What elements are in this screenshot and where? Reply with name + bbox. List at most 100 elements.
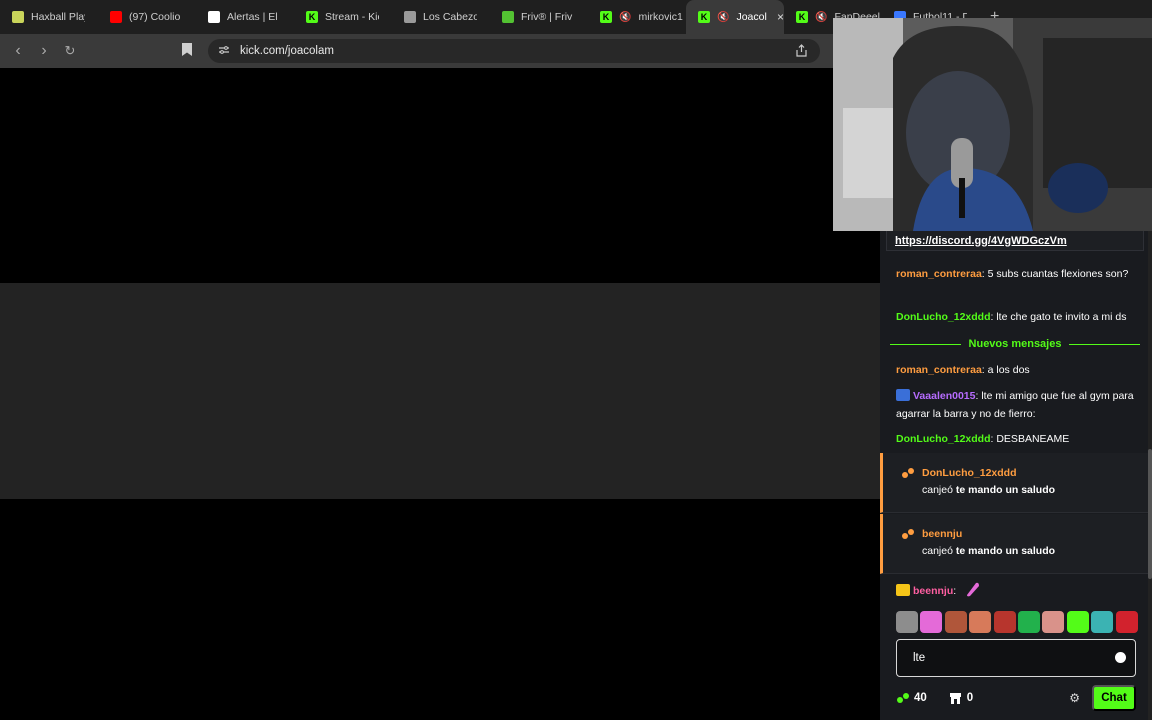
- chat-text: : lte che gato te invito a mi ds: [990, 311, 1127, 323]
- browser-tab[interactable]: Alertas | El me: [196, 0, 294, 34]
- kick-icon: K: [796, 11, 808, 23]
- channel-points-icon: [902, 468, 914, 478]
- chat-message: DonLucho_12xddd: lte che gato te invito …: [896, 309, 1142, 327]
- browser-tab-label: Los Cabezones: [423, 11, 477, 23]
- channel-points-icon: [902, 529, 914, 539]
- store[interactable]: 0: [949, 692, 973, 704]
- kick-icon: K: [600, 11, 612, 23]
- youtube-icon: [110, 11, 122, 23]
- muted-tab-icon[interactable]: 🔇: [717, 12, 729, 23]
- chat-scrollbar[interactable]: [1148, 231, 1152, 720]
- reload-icon[interactable]: ↻: [58, 43, 82, 59]
- bookmark-icon[interactable]: [182, 43, 192, 59]
- chat-input-value: lte: [913, 652, 926, 664]
- back-icon[interactable]: ‹: [6, 42, 30, 60]
- head-icon: [404, 11, 416, 23]
- chat-text: :: [953, 585, 957, 597]
- url-text: kick.com/joacolam: [240, 45, 334, 57]
- browser-tab-label: (97) Coolio - G: [129, 11, 183, 23]
- browser-tab[interactable]: K 🔇 mirkovic1: [588, 0, 686, 34]
- chat-message: roman_contreraa: 5 subs cuantas flexione…: [896, 266, 1142, 284]
- fire-emote-icon[interactable]: [993, 611, 1016, 633]
- redeemer-name[interactable]: beennju: [922, 528, 962, 540]
- video-player-top[interactable]: [0, 68, 880, 283]
- pinned-message[interactable]: https://discord.gg/4VgWDGczVm: [886, 231, 1144, 251]
- chat-input[interactable]: lte: [896, 639, 1136, 677]
- browser-tab[interactable]: (97) Coolio - G: [98, 0, 196, 34]
- store-count: 0: [966, 692, 974, 704]
- browser-tab-label: Alertas | El me: [227, 11, 281, 23]
- video-player-bottom[interactable]: [0, 499, 880, 720]
- chat-username[interactable]: roman_contreraa: [896, 364, 982, 376]
- globe-emote-icon[interactable]: [1091, 611, 1114, 633]
- address-bar[interactable]: kick.com/joacolam: [208, 39, 820, 63]
- chat-message: beennju:: [896, 580, 1142, 601]
- kick-icon: K: [698, 11, 710, 23]
- emote-bar: [896, 611, 1140, 633]
- chat-settings-icon[interactable]: ⚙: [1069, 691, 1080, 705]
- video-frame[interactable]: [0, 283, 880, 499]
- reward-redemption: beennju canjeó te mando un saludo: [880, 514, 1148, 574]
- close-tab-icon[interactable]: ×: [777, 10, 784, 24]
- bars-emote-icon[interactable]: [1066, 611, 1089, 633]
- chat-text: : a los dos: [981, 364, 1030, 376]
- red-emote-icon[interactable]: [1115, 611, 1138, 633]
- emote-icon: [967, 582, 980, 597]
- browser-tab[interactable]: K 🔇 Joacol ×: [686, 0, 784, 34]
- browser-tab[interactable]: K Stream - Kick: [294, 0, 392, 34]
- browser-tab-label: Joacol: [736, 11, 767, 23]
- pig-emote-icon[interactable]: [1042, 611, 1065, 633]
- chat-username[interactable]: DonLucho_12xddd: [896, 433, 991, 445]
- browser-tab-label: Friv® | Friv Cl: [521, 11, 575, 23]
- pink-emote-icon[interactable]: [920, 611, 943, 633]
- chat-panel: https://discord.gg/4VgWDGczVm roman_cont…: [880, 231, 1152, 720]
- diamond-icon: [208, 11, 220, 23]
- chat-footer: 40 0 ⚙ Chat: [896, 685, 1136, 711]
- muted-tab-icon[interactable]: 🔇: [815, 12, 827, 23]
- face-emote-icon[interactable]: [944, 611, 967, 633]
- chat-username[interactable]: roman_contreraa: [896, 268, 982, 280]
- channel-points[interactable]: 40: [896, 691, 927, 705]
- moderator-badge-icon: [896, 389, 910, 401]
- new-messages-label[interactable]: Nuevos mensajes: [969, 338, 1062, 350]
- chat-message: roman_contreraa: a los dos: [896, 362, 1142, 380]
- chat-username[interactable]: DonLucho_12xddd: [896, 311, 991, 323]
- chat-message: Vaaalen0015: lte mi amigo que fue al gym…: [896, 388, 1142, 423]
- emoji-picker-icon[interactable]: [1115, 652, 1126, 663]
- chat-text: : 5 subs cuantas flexiones son?: [981, 268, 1129, 280]
- browser-tab[interactable]: Friv® | Friv Cl: [490, 0, 588, 34]
- chat-username[interactable]: beennju: [913, 585, 953, 597]
- site-settings-icon[interactable]: [218, 45, 230, 58]
- browser-tab-label: Haxball Play: [31, 11, 85, 23]
- send-chat-button[interactable]: Chat: [1092, 685, 1136, 711]
- points-icon: [897, 693, 909, 703]
- chat-text: : DESBANEAME: [990, 433, 1070, 445]
- browser-tab[interactable]: Los Cabezones: [392, 0, 490, 34]
- kick-icon: K: [306, 11, 318, 23]
- redeemer-name[interactable]: DonLucho_12xddd: [922, 467, 1017, 479]
- green-emote-icon[interactable]: [1017, 611, 1040, 633]
- forward-icon[interactable]: ›: [32, 42, 56, 60]
- browser-tab[interactable]: Haxball Play: [0, 0, 98, 34]
- muted-tab-icon[interactable]: 🔇: [619, 12, 631, 23]
- discord-link[interactable]: https://discord.gg/4VgWDGczVm: [895, 235, 1067, 247]
- reward-redemption: DonLucho_12xddd canjeó te mando un salud…: [880, 453, 1148, 513]
- chat-message: DonLucho_12xddd: DESBANEAME: [896, 431, 1142, 449]
- webcam-image: [833, 18, 1152, 231]
- browser-tab-label: Stream - Kick: [325, 11, 379, 23]
- points-value: 40: [914, 692, 927, 704]
- store-icon: [949, 693, 961, 704]
- kick-stream-page: Haxball Play (97) Coolio - G Alertas | El …: [0, 0, 1152, 720]
- redemption-text: canjeó te mando un saludo: [922, 545, 1056, 557]
- browser-tab-label: mirkovic1: [638, 11, 683, 23]
- chat-username[interactable]: Vaaalen0015: [913, 390, 975, 402]
- webcam-overlay: [833, 18, 1152, 231]
- cat-emote-icon[interactable]: [896, 611, 918, 633]
- friv-icon: [502, 11, 514, 23]
- share-icon[interactable]: [795, 44, 808, 60]
- crown-badge-icon: [896, 584, 910, 596]
- new-messages-divider[interactable]: Nuevos mensajes: [890, 337, 1140, 351]
- hand-emote-icon[interactable]: [969, 611, 992, 633]
- redemption-text: canjeó te mando un saludo: [922, 484, 1056, 496]
- haxball-icon: [12, 11, 24, 23]
